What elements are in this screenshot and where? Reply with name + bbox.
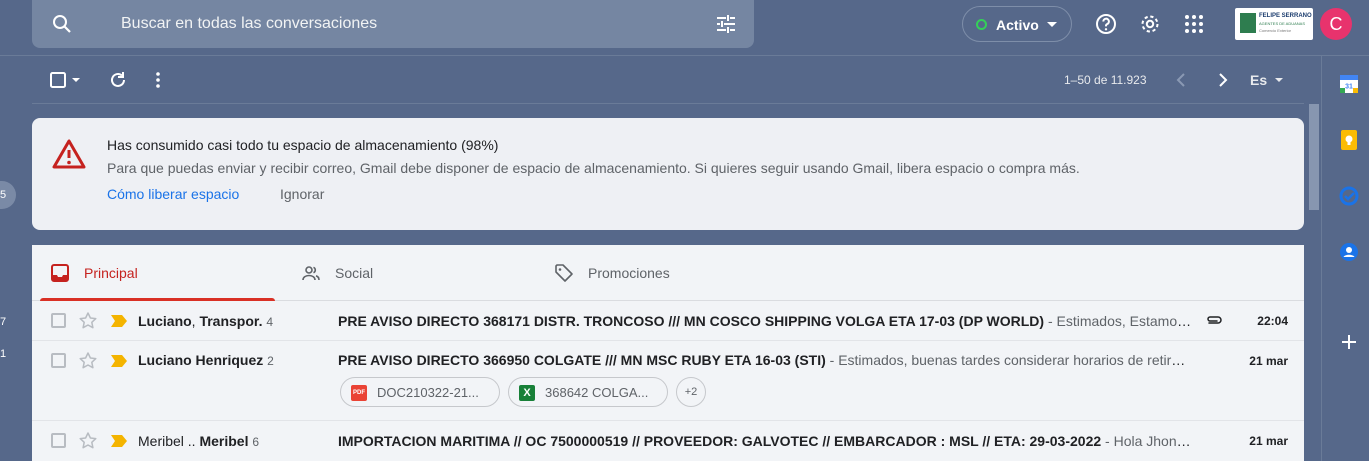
more-attachments-button[interactable]: +2 (676, 377, 706, 407)
star-icon[interactable] (78, 311, 98, 331)
email-line: PRE AVISO DIRECTO 366950 COLGATE /// MN … (338, 352, 1193, 368)
status-dot (976, 19, 987, 30)
attachment-chip[interactable]: X 368642 COLGA... (508, 377, 668, 407)
email-date: 22:04 (1257, 314, 1288, 328)
tab-label: Promociones (588, 265, 670, 281)
attachment-name: DOC210322-21... (377, 385, 479, 400)
search-bar[interactable]: Buscar en todas las conversaciones (32, 0, 754, 48)
star-icon[interactable] (78, 351, 98, 371)
tab-label: Social (335, 265, 374, 281)
row-checkbox[interactable] (51, 433, 66, 448)
banner-description: Para que puedas enviar y recibir correo,… (107, 160, 1080, 176)
snippet: - Estimados, Estamos aún esperando docum… (1047, 313, 1193, 329)
avatar[interactable]: C (1320, 8, 1352, 40)
sender-separator: .. (183, 433, 200, 449)
mail-toolbar: 1–50 de 11.923 Es (32, 56, 1304, 104)
excel-file-icon: X (519, 385, 535, 401)
pagination-text: 1–50 de 11.923 (1064, 73, 1147, 87)
logo-line-2: AGENTES DE ADUANAS (1259, 21, 1306, 26)
important-marker-icon[interactable] (110, 354, 128, 368)
top-bar: Buscar en todas las conversaciones Activ… (0, 0, 1369, 56)
apps-grid-icon[interactable] (1182, 12, 1206, 36)
free-space-link[interactable]: Cómo liberar espacio (107, 186, 239, 202)
chevron-left-icon[interactable] (1170, 68, 1194, 92)
chevron-right-icon[interactable] (1210, 68, 1234, 92)
help-icon[interactable] (1094, 12, 1118, 36)
logo-mark (1240, 13, 1256, 33)
chevron-down-icon (1047, 22, 1057, 27)
sender-name: Meribel (138, 433, 184, 449)
star-icon[interactable] (78, 431, 98, 451)
row-checkbox[interactable] (51, 353, 66, 368)
scrollbar-thumb[interactable] (1309, 104, 1319, 210)
sender: Luciano, Transpor. 4 (138, 313, 273, 329)
pdf-file-icon: PDF (351, 385, 367, 401)
category-tabs: Principal Social Promociones (32, 245, 1304, 301)
attachment-icon (1207, 316, 1222, 324)
thread-count: 6 (252, 435, 260, 449)
chevron-down-icon (1275, 78, 1283, 82)
subject: IMPORTACION MARITIMA // OC 7500000519 //… (338, 433, 1102, 449)
chevron-down-icon[interactable] (68, 68, 84, 92)
left-nav-count: 1 (0, 348, 7, 360)
tab-label: Principal (84, 265, 138, 281)
search-options-icon[interactable] (714, 12, 738, 36)
email-line: IMPORTACION MARITIMA // OC 7500000519 //… (338, 433, 1193, 449)
ignore-button[interactable]: Ignorar (280, 186, 324, 202)
tasks-icon[interactable] (1339, 186, 1359, 206)
attachment-chip[interactable]: PDF DOC210322-21... (340, 377, 500, 407)
warning-icon (52, 139, 86, 169)
email-line: PRE AVISO DIRECTO 368171 DISTR. TRONCOSO… (338, 313, 1193, 329)
side-panel: 31 (1321, 56, 1369, 461)
sender: Meribel .. Meribel 6 (138, 433, 259, 449)
snippet: - Hola Jhon, Te envío (1105, 433, 1193, 449)
add-addon-icon[interactable] (1339, 332, 1359, 352)
important-marker-icon[interactable] (110, 434, 128, 448)
search-input[interactable]: Buscar en todas las conversaciones (121, 15, 377, 33)
email-date: 21 mar (1249, 434, 1288, 448)
refresh-icon[interactable] (106, 68, 130, 92)
email-row[interactable]: Luciano, Transpor. 4 PRE AVISO DIRECTO 3… (32, 301, 1304, 341)
inbox-panel: Principal Social Promociones Luciano, Tr… (32, 245, 1304, 461)
contacts-icon[interactable] (1339, 242, 1359, 262)
thread-count: 4 (266, 315, 274, 329)
email-row[interactable]: Meribel .. Meribel 6 IMPORTACION MARITIM… (32, 421, 1304, 461)
keep-icon[interactable] (1339, 130, 1359, 150)
email-row[interactable]: Luciano Henriquez 2 PRE AVISO DIRECTO 36… (32, 341, 1304, 421)
row-checkbox[interactable] (51, 313, 66, 328)
important-marker-icon[interactable] (110, 314, 128, 328)
people-icon (302, 266, 320, 281)
status-label: Activo (996, 17, 1039, 33)
organization-logo[interactable]: FELIPE SERRANO AGENTES DE ADUANAS Comerc… (1235, 8, 1313, 40)
status-selector[interactable]: Activo (962, 6, 1072, 42)
banner-title: Has consumido casi todo tu espacio de al… (107, 137, 499, 153)
subject: PRE AVISO DIRECTO 368171 DISTR. TRONCOSO… (338, 313, 1045, 329)
gear-icon[interactable] (1138, 12, 1162, 36)
search-icon[interactable] (50, 12, 74, 36)
storage-warning-banner: Has consumido casi todo tu espacio de al… (32, 118, 1304, 230)
attachment-name: 368642 COLGA... (545, 385, 649, 400)
left-nav-badge[interactable]: 5 (0, 181, 16, 209)
logo-line-1: FELIPE SERRANO (1259, 13, 1312, 19)
left-nav-count: 7 (0, 316, 7, 328)
inbox-icon (51, 264, 69, 282)
logo-line-3: Comercio Exterior (1259, 28, 1292, 33)
email-date: 21 mar (1249, 354, 1288, 368)
tab-principal[interactable]: Principal (32, 245, 283, 301)
sender-name: Luciano Henriquez (138, 352, 264, 368)
tab-social[interactable]: Social (283, 245, 536, 301)
calendar-icon[interactable]: 31 (1339, 74, 1359, 94)
input-language-selector[interactable]: Es (1250, 72, 1267, 88)
sender-name: Transpor. (199, 313, 263, 329)
thread-count: 2 (267, 354, 274, 368)
svg-text:31: 31 (1345, 84, 1353, 91)
tab-promociones[interactable]: Promociones (536, 245, 789, 301)
tag-icon (555, 264, 573, 282)
sender: Luciano Henriquez 2 (138, 352, 274, 368)
subject: PRE AVISO DIRECTO 366950 COLGATE /// MN … (338, 352, 826, 368)
sender-name: Luciano (138, 313, 192, 329)
more-vert-icon[interactable] (146, 68, 170, 92)
snippet: - Estimados, buenas tardes considerar ho… (825, 352, 1193, 368)
sender-name: Meribel (199, 433, 249, 449)
